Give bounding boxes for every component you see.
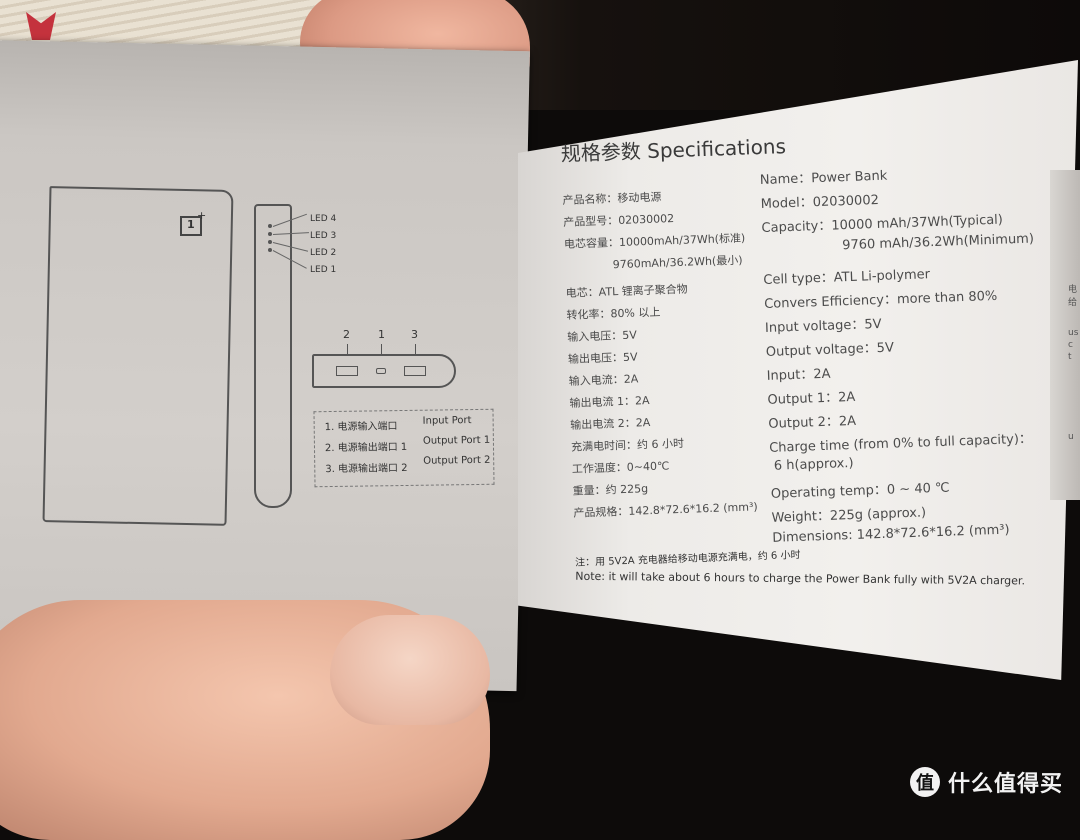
en-spec-row: Dimensions: 142.8*72.6*16.2 (mm³) <box>772 522 1010 546</box>
note-cn: 注：用 5V2A 充电器给移动电源充满电，约 6 小时 <box>574 549 801 569</box>
en-spec-row: Charge time (from 0% to full capacity)： <box>768 431 1033 456</box>
legend-item-cn: 1. 电源输入端口 <box>324 421 398 434</box>
legend-item-cn: 2. 电源输出端口 1 <box>324 441 408 455</box>
legend-item-en: Output Port 1 <box>422 434 491 447</box>
legend-item-cn: 3. 电源输出端口 2 <box>325 462 408 476</box>
led-4-dot <box>268 224 272 228</box>
cn-spec-row: 产品名称：移动电源 <box>562 190 662 207</box>
led-2-dot <box>268 240 272 244</box>
cn-spec-row: 重量：约 225g <box>572 482 649 498</box>
thumbnail <box>330 615 490 725</box>
en-spec-row: Output 2：2A <box>768 413 857 432</box>
cn-spec-row: 转化率：80% 以上 <box>566 305 661 322</box>
en-spec-row: Model：02030002 <box>760 192 880 213</box>
cn-spec-row: 电芯：ATL 锂离子聚合物 <box>565 282 688 300</box>
edge-fragment: us <box>1068 328 1079 338</box>
cn-spec-row: 电芯容量：10000mAh/37Wh(标准) <box>563 231 746 251</box>
note-en: Note: it will take about 6 hours to char… <box>575 569 1026 588</box>
port-number-3: 3 <box>411 328 418 341</box>
cn-spec-row: 输入电流：2A <box>568 372 639 388</box>
usb-output-port-1-icon <box>336 366 358 376</box>
cn-spec-row: 充满电时间：约 6 小时 <box>570 436 685 454</box>
cn-spec-row: 输入电压：5V <box>567 328 637 344</box>
led-1-dot <box>268 248 272 252</box>
cn-spec-row: 输出电流 1：2A <box>569 394 650 410</box>
en-spec-row: Output voltage：5V <box>765 340 895 360</box>
usb-output-port-2-icon <box>404 366 426 376</box>
spec-title: 规格参数 Specifications <box>560 134 787 166</box>
watermark-badge-icon: 值 <box>910 767 940 797</box>
legend-item-en: Output Port 2 <box>423 454 491 467</box>
led-1-label: LED 1 <box>310 265 337 275</box>
cn-spec-row: 输出电压：5V <box>567 350 638 366</box>
cn-spec-row: 产品规格：142.8*72.6*16.2 (mm³) <box>573 500 758 520</box>
en-spec-row: Weight：225g (approx.) <box>771 505 927 526</box>
port-2-tick <box>347 344 348 354</box>
specifications-section: 规格参数 Specifications 产品名称：移动电源 产品型号：02030… <box>560 113 1056 609</box>
red-fabric-pattern <box>26 12 56 40</box>
micro-usb-input-port-icon <box>376 368 386 374</box>
cn-spec-row: 输出电流 2：2A <box>570 416 651 432</box>
en-spec-row: Operating temp：0 ~ 40 ℃ <box>770 480 950 502</box>
en-spec-row: Cell type：ATL Li-polymer <box>763 267 931 288</box>
legend-item-en: Input Port <box>422 415 472 427</box>
en-spec-row: Input voltage：5V <box>764 316 882 336</box>
watermark-text: 什么值得买 <box>948 772 1064 797</box>
en-spec-row: 9760 mAh/36.2Wh(Minimum) <box>841 231 1035 254</box>
edge-fragment: 给 <box>1068 298 1078 308</box>
led-3-dot <box>268 232 272 236</box>
power-bank-front-drawing <box>42 186 234 526</box>
led-3-label: LED 3 <box>310 231 337 241</box>
en-spec-row: Input：2A <box>766 366 831 384</box>
edge-fragment: 电 <box>1068 285 1078 295</box>
cn-spec-row: 9760mAh/36.2Wh(最小) <box>612 253 743 272</box>
en-spec-row: Convers Efficiency：more than 80% <box>763 288 998 312</box>
port-number-1: 1 <box>378 328 385 341</box>
oneplus-logo-icon: 1 + <box>180 209 206 236</box>
port-1-tick <box>381 344 382 354</box>
cn-spec-row: 产品型号：02030002 <box>563 212 675 229</box>
en-spec-row: 6 h(approx.) <box>773 455 854 474</box>
watermark: 值 什么值得买 <box>910 766 1063 798</box>
edge-fragment: t <box>1068 352 1072 362</box>
en-spec-row: Output 1：2A <box>767 389 856 408</box>
en-spec-row: Name：Power Bank <box>759 168 888 189</box>
port-3-tick <box>415 344 416 354</box>
led-2-label: LED 2 <box>310 248 337 258</box>
cn-spec-row: 工作温度：0~40℃ <box>571 459 670 476</box>
port-legend: 1. 电源输入端口 Input Port 2. 电源输出端口 1 Output … <box>313 408 495 488</box>
port-number-2: 2 <box>343 328 350 341</box>
edge-fragment: u <box>1068 432 1074 442</box>
edge-fragment: c <box>1068 340 1073 350</box>
en-spec-row: Capacity：10000 mAh/37Wh(Typical) <box>761 212 1004 237</box>
led-4-label: LED 4 <box>310 214 337 224</box>
